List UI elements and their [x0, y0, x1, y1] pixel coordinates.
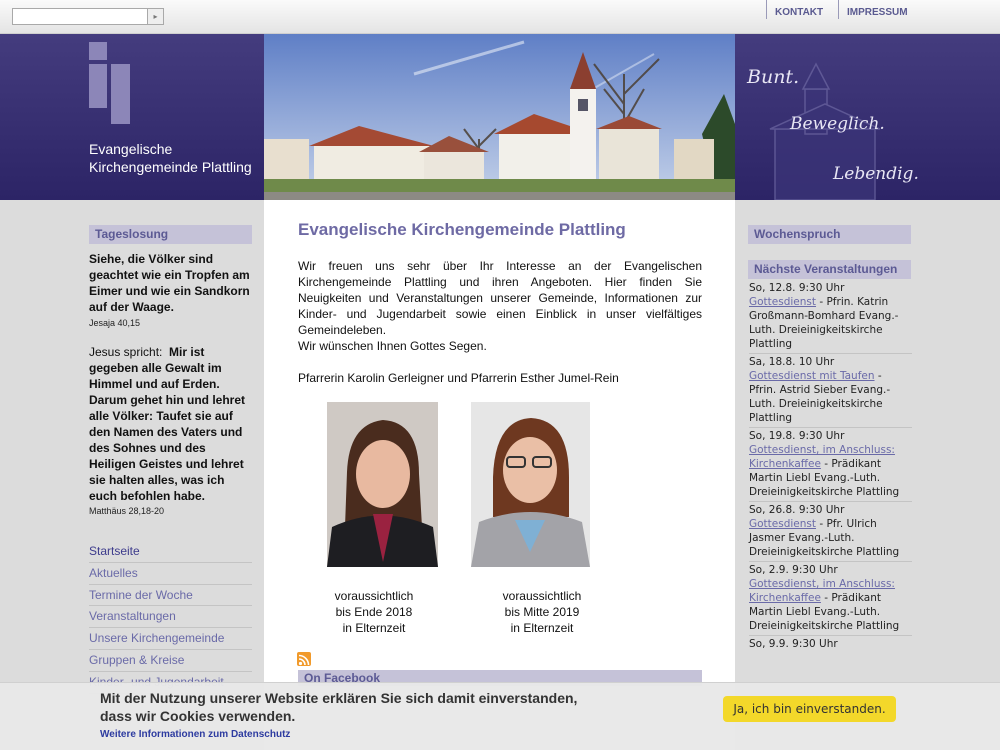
nav-item-termine[interactable]: Termine der Woche — [89, 585, 252, 607]
event-item: So, 12.8. 9:30 Uhr Gottesdienst - Pfrin. … — [749, 280, 912, 354]
lehrtext-reference: Matthäus 28,18-20 — [89, 506, 165, 516]
top-bar: ▸ KONTAKT IMPRESSUM — [0, 0, 1000, 34]
cookie-accept-button[interactable]: Ja, ich bin einverstanden. — [723, 696, 896, 722]
lehrtext-verse: Jesus spricht: Mir ist gegeben alle Gewa… — [89, 344, 254, 504]
arrow-right-icon: ▸ — [153, 12, 158, 21]
nav-item-veranstaltungen[interactable]: Veranstaltungen — [89, 606, 252, 629]
search-box: ▸ — [12, 8, 164, 25]
portrait-karolin-gerleigner — [327, 402, 438, 567]
rss-icon[interactable] — [297, 652, 311, 666]
site-name-line1: Evangelische — [89, 141, 173, 157]
search-submit-button[interactable]: ▸ — [147, 9, 163, 24]
main-navigation: Startseite Aktuelles Termine der Woche V… — [89, 541, 252, 694]
event-item: Sa, 18.8. 10 Uhr Gottesdienst mit Taufen … — [749, 354, 912, 428]
event-link[interactable]: Gottesdienst — [749, 296, 816, 308]
slogan-beweglich: Beweglich. — [790, 114, 885, 134]
event-item: So, 9.9. 9:30 Uhr — [749, 638, 838, 650]
impressum-link[interactable]: IMPRESSUM — [838, 0, 908, 19]
event-link[interactable]: Gottesdienst mit Taufen — [749, 370, 875, 382]
lehrtext-text: Mir ist gegeben alle Gewalt im Himmel un… — [89, 345, 246, 503]
church-photo — [264, 34, 735, 200]
caption-esther: voraussichtlich bis Mitte 2019 in Eltern… — [502, 589, 582, 635]
tageslosung-verse: Siehe, die Völker sind geachtet wie ein … — [89, 252, 250, 314]
blessing-text: Wir wünschen Ihnen Gottes Segen. — [298, 339, 487, 353]
slogan-bunt: Bunt. — [747, 66, 800, 88]
site-header: Evangelische Kirchengemeinde Plattling B… — [0, 34, 1000, 200]
event-item: So, 2.9. 9:30 Uhr Gottesdienst, im Anschl… — [749, 562, 912, 636]
event-link[interactable]: Gottesdienst — [749, 518, 816, 530]
event-item: So, 19.8. 9:30 Uhr Gottesdienst, im Ansch… — [749, 428, 912, 502]
privacy-info-link[interactable]: Weitere Informationen zum Datenschutz — [100, 729, 290, 740]
slogan-artwork: Bunt. Beweglich. Lebendig. — [735, 34, 1000, 200]
slogan-lebendig: Lebendig. — [833, 164, 919, 184]
tageslosung-title: Tageslosung — [89, 225, 252, 244]
caption-karolin: voraussichtlich bis Ende 2018 in Elternz… — [334, 589, 414, 635]
cookie-banner: Mit der Nutzung unserer Website erklären… — [0, 682, 1000, 750]
lehrtext-intro: Jesus spricht: — [89, 345, 163, 359]
kontakt-link[interactable]: KONTAKT — [766, 0, 823, 19]
site-name: Evangelische Kirchengemeinde Plattling — [89, 140, 252, 176]
cookie-message: Mit der Nutzung unserer Website erklären… — [100, 690, 578, 724]
left-sidebar: Tageslosung Siehe, die Völker sind geach… — [0, 200, 264, 750]
portrait-esther-jumel-rein — [471, 402, 590, 567]
nav-item-startseite[interactable]: Startseite — [89, 541, 252, 563]
site-name-line2: Kirchengemeinde Plattling — [89, 159, 252, 175]
page-title: Evangelische Kirchengemeinde Plattling — [298, 220, 626, 239]
events-list: So, 12.8. 9:30 Uhr Gottesdienst - Pfrin. … — [749, 280, 912, 653]
event-item: So, 26.8. 9:30 Uhr Gottesdienst - Pfr. Ul… — [749, 502, 912, 562]
nav-item-aktuelles[interactable]: Aktuelles — [89, 563, 252, 585]
main-content: Evangelische Kirchengemeinde Plattling W… — [264, 200, 735, 750]
pastors-text: Pfarrerin Karolin Gerleigner und Pfarrer… — [298, 371, 619, 385]
search-input[interactable] — [13, 9, 147, 24]
events-title: Nächste Veranstaltungen — [748, 260, 911, 279]
nav-item-gruppen[interactable]: Gruppen & Kreise — [89, 650, 252, 672]
nav-item-kirchengemeinde[interactable]: Unsere Kirchengemeinde — [89, 628, 252, 650]
tageslosung-reference: Jesaja 40,15 — [89, 318, 141, 328]
wochenspruch-title: Wochenspruch — [748, 225, 911, 244]
church-logo[interactable] — [89, 42, 133, 124]
intro-text: Wir freuen uns sehr über Ihr Interesse a… — [298, 259, 702, 337]
